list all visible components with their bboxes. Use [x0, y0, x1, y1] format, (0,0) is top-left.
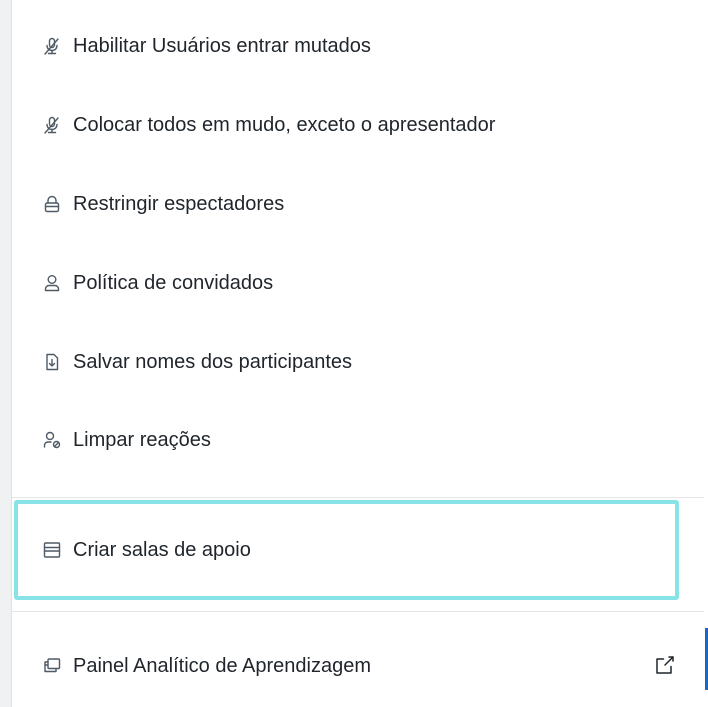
download-file-icon — [42, 352, 62, 372]
menu-item-label: Limpar reações — [73, 428, 211, 451]
user-icon — [42, 273, 62, 293]
menu-item-label: Salvar nomes dos participantes — [73, 350, 353, 373]
menu-item-clear-reactions[interactable]: Limpar reações — [12, 401, 704, 479]
lock-icon — [42, 194, 62, 214]
external-link-icon[interactable] — [654, 654, 676, 676]
menu-item-label: Restringir espectadores — [73, 192, 285, 215]
menu-divider — [12, 611, 704, 612]
menu-item-guest-policy[interactable]: Política de convidados — [12, 244, 704, 322]
menu-item-mute-all-except-presenter[interactable]: Colocar todos em mudo, exceto o apresent… — [12, 86, 704, 164]
menu-divider — [12, 497, 704, 498]
options-dropdown-menu: Habilitar Usuários entrar mutados Coloca… — [12, 0, 704, 707]
menu-item-learning-dashboard[interactable]: Painel Analítico de Aprendizagem — [12, 627, 704, 705]
menu-item-label: Colocar todos em mudo, exceto o apresent… — [73, 113, 496, 136]
background-panel-edge — [0, 0, 12, 707]
user-clear-icon — [42, 430, 62, 450]
menu-item-lock-viewers[interactable]: Restringir espectadores — [12, 165, 704, 243]
menu-item-label: Painel Analítico de Aprendizagem — [73, 654, 371, 677]
dashboard-icon — [42, 656, 62, 676]
menu-item-label: Habilitar Usuários entrar mutados — [73, 34, 371, 57]
mic-off-icon — [42, 115, 62, 135]
menu-item-mute-on-join[interactable]: Habilitar Usuários entrar mutados — [12, 7, 704, 85]
page: Habilitar Usuários entrar mutados Coloca… — [0, 0, 708, 707]
menu-item-label: Política de convidados — [73, 271, 274, 294]
focus-highlight — [14, 500, 679, 600]
menu-item-save-participant-names[interactable]: Salvar nomes dos participantes — [12, 323, 704, 401]
mic-off-icon — [42, 36, 62, 56]
